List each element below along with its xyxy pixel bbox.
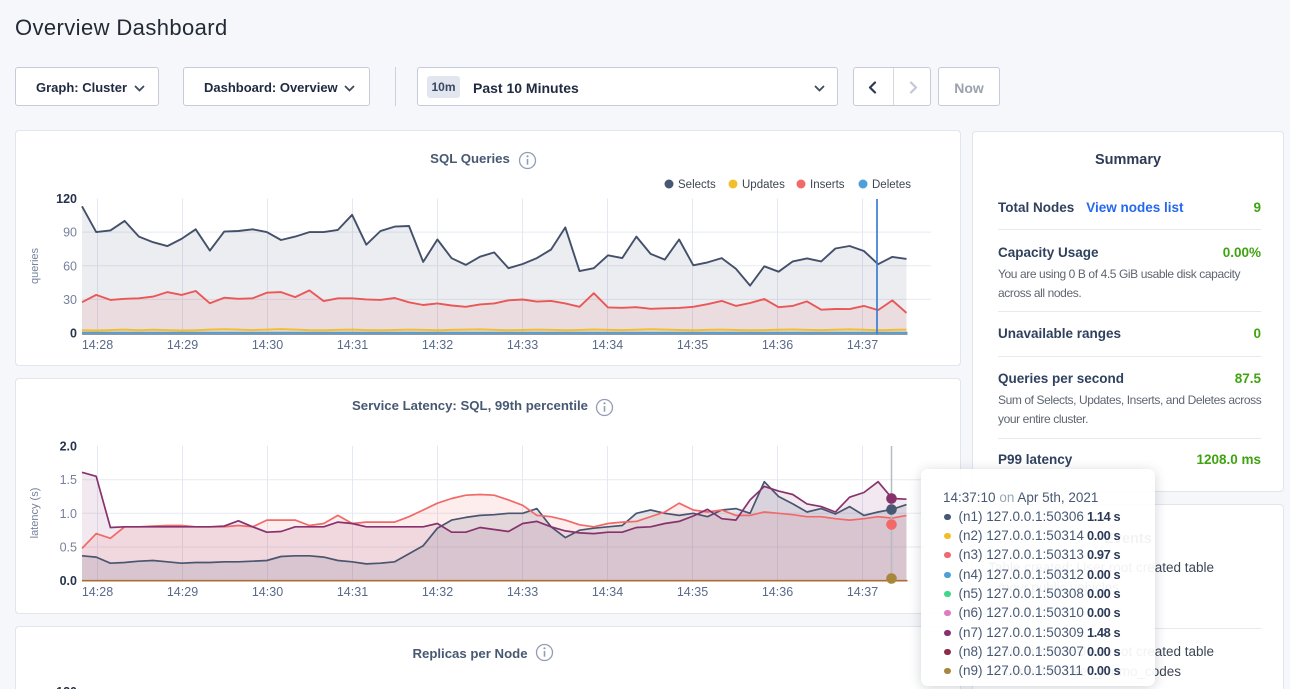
svg-text:1.0: 1.0: [60, 507, 77, 521]
svg-text:14:28: 14:28: [82, 338, 113, 352]
svg-text:14:31: 14:31: [337, 338, 368, 352]
svg-text:latency (s): latency (s): [29, 488, 41, 539]
svg-text:14:35: 14:35: [677, 338, 708, 352]
svg-text:120: 120: [56, 192, 77, 206]
svg-text:14:31: 14:31: [337, 585, 368, 599]
svg-text:14:29: 14:29: [167, 338, 198, 352]
svg-text:30: 30: [63, 293, 77, 307]
svg-text:14:37: 14:37: [847, 585, 878, 599]
svg-text:2.0: 2.0: [60, 440, 77, 454]
svg-text:0.5: 0.5: [60, 541, 77, 555]
svg-text:14:32: 14:32: [422, 338, 453, 352]
svg-text:Updates: Updates: [742, 179, 785, 191]
svg-text:60: 60: [63, 259, 77, 273]
svg-text:14:34: 14:34: [592, 585, 623, 599]
svg-text:14:30: 14:30: [252, 585, 283, 599]
svg-text:14:37: 14:37: [847, 338, 878, 352]
svg-text:1.5: 1.5: [60, 473, 77, 487]
svg-text:14:28: 14:28: [82, 585, 113, 599]
svg-text:14:35: 14:35: [677, 585, 708, 599]
svg-text:14:30: 14:30: [252, 338, 283, 352]
svg-text:queries: queries: [29, 247, 41, 284]
svg-text:14:33: 14:33: [507, 338, 538, 352]
svg-text:0.0: 0.0: [60, 574, 77, 588]
svg-text:Inserts: Inserts: [810, 179, 845, 191]
svg-text:14:29: 14:29: [167, 585, 198, 599]
svg-text:Service Latency: SQL, 99th per: Service Latency: SQL, 99th percentile: [352, 398, 588, 413]
svg-text:Replicas per Node: Replicas per Node: [412, 646, 527, 661]
svg-text:90: 90: [63, 226, 77, 240]
svg-text:Selects: Selects: [678, 179, 716, 191]
svg-text:SQL Queries: SQL Queries: [430, 151, 510, 166]
svg-text:14:36: 14:36: [762, 585, 793, 599]
svg-text:14:36: 14:36: [762, 338, 793, 352]
svg-text:120: 120: [56, 685, 77, 689]
svg-text:14:33: 14:33: [507, 585, 538, 599]
svg-text:14:34: 14:34: [592, 338, 623, 352]
svg-text:Deletes: Deletes: [872, 179, 911, 191]
svg-text:14:32: 14:32: [422, 585, 453, 599]
svg-text:0: 0: [70, 327, 77, 341]
